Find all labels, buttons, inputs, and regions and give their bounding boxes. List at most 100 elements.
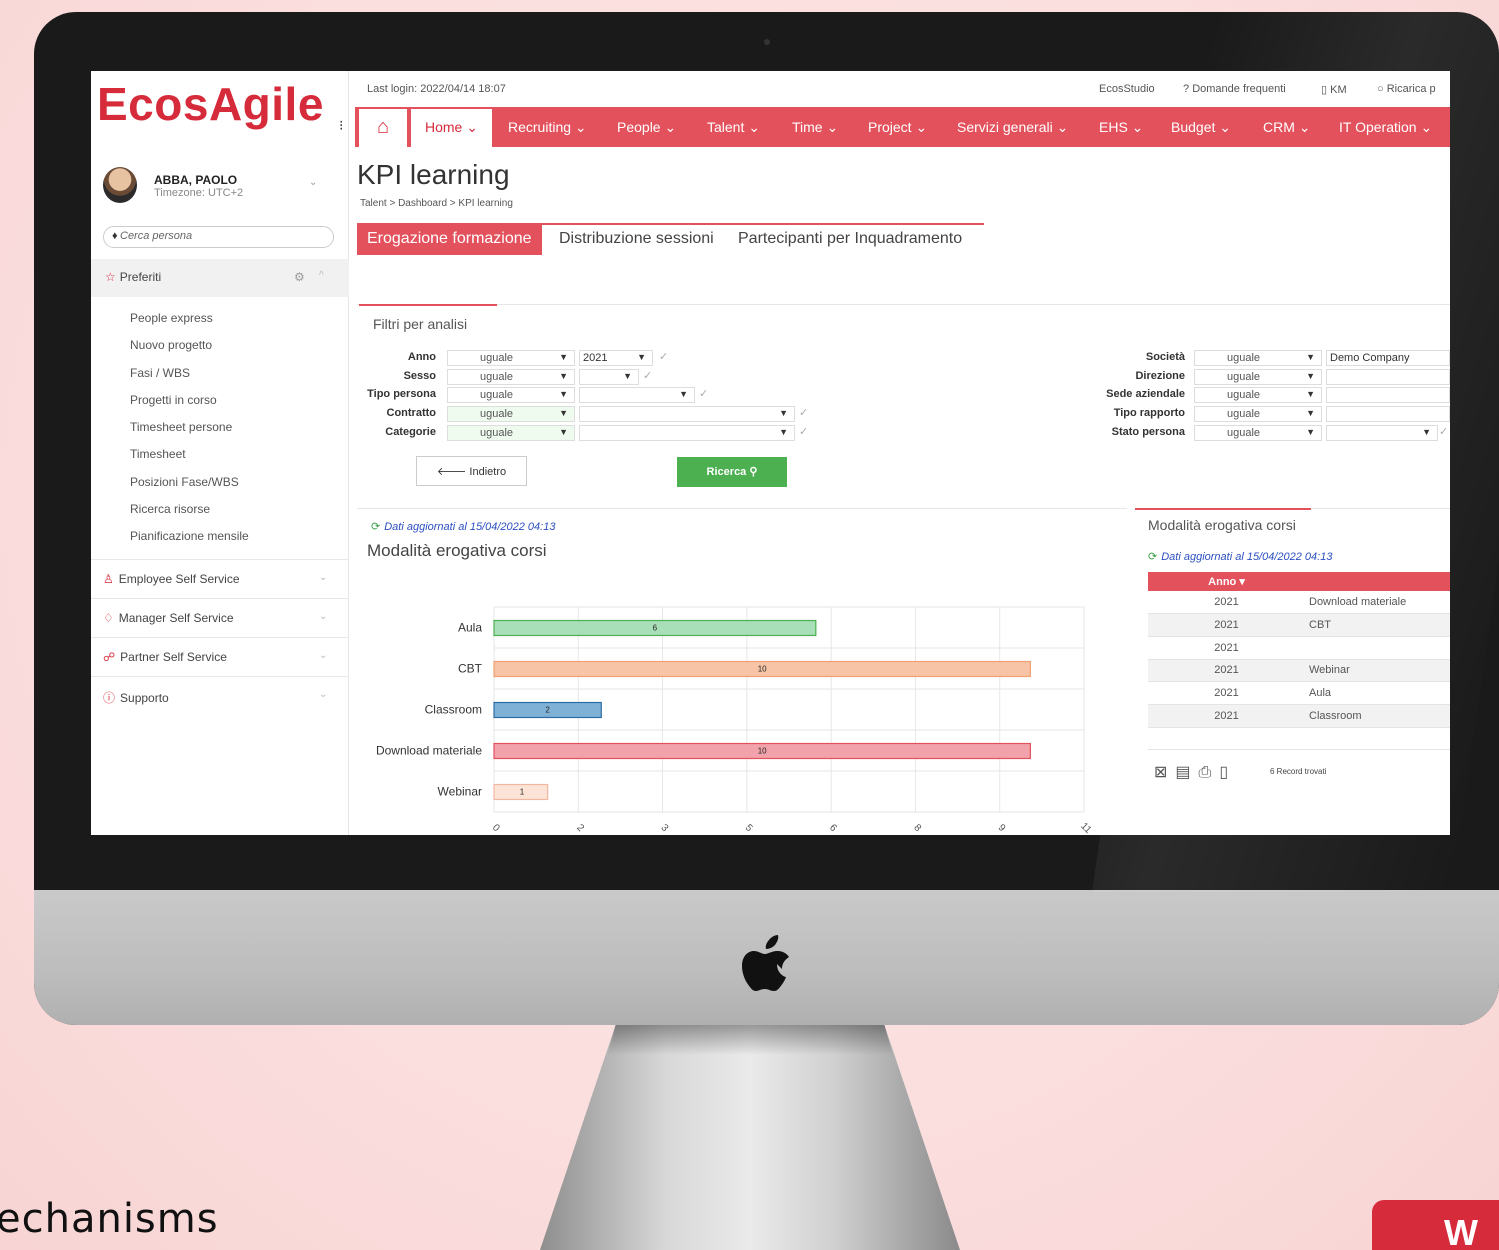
data-updated-note: ⟳ Dati aggiornati al 15/04/2022 04:13 — [1148, 550, 1332, 563]
print-icon[interactable]: ⎙ — [1199, 764, 1220, 781]
favorite-item[interactable]: Fasi / WBS — [130, 366, 249, 393]
question-icon: ? — [1183, 83, 1193, 95]
filter-operator-select[interactable]: uguale ▼ — [447, 369, 575, 385]
table-row[interactable]: 2021 — [1148, 636, 1450, 660]
filter-value-select[interactable]: ▼ — [1326, 425, 1438, 441]
tab-erogazione-formazione[interactable]: Erogazione formazione — [357, 225, 542, 255]
filter-value-select[interactable]: 2021 ▼ — [579, 350, 653, 366]
sidebar-section-partner[interactable]: ☍ Partner Self Service ⌄ — [91, 637, 349, 676]
gear-icon[interactable]: ⚙ — [294, 270, 305, 284]
pdf-export-icon[interactable]: ▯ — [1219, 764, 1236, 781]
filter-operator-select[interactable]: uguale ▼ — [447, 406, 575, 422]
sidebar-section-employee[interactable]: ♙ Employee Self Service ⌄ — [91, 559, 349, 598]
nav-servizi-generali[interactable]: Servizi generali ⌄ — [957, 119, 1068, 136]
km-link[interactable]: ▯ KM — [1321, 83, 1347, 96]
filter-label: Sesso — [403, 370, 436, 382]
filter-operator-select[interactable]: uguale ▼ — [1194, 425, 1322, 441]
operator-value: uguale — [480, 408, 514, 420]
filter-operator-select[interactable]: uguale ▼ — [1194, 350, 1322, 366]
nav-it-operation[interactable]: IT Operation ⌄ — [1339, 119, 1432, 136]
back-button[interactable]: 🡐 Indietro — [416, 456, 527, 486]
chevron-up-icon[interactable]: ^ — [319, 270, 324, 281]
favorite-item[interactable]: Timesheet persone — [130, 420, 249, 447]
filter-operator-select[interactable]: uguale ▼ — [447, 425, 575, 441]
caret-down-icon: ▼ — [559, 352, 568, 362]
link-ecosstudio[interactable]: EcosStudio — [1099, 83, 1155, 95]
reload-link[interactable]: ○ Ricarica p — [1377, 83, 1436, 95]
nav-time[interactable]: Time ⌄ — [792, 119, 838, 136]
filter-label: Società — [1145, 351, 1185, 363]
table-row[interactable]: 2021 CBT — [1148, 613, 1450, 637]
filter-value-select[interactable]: Demo Company — [1326, 350, 1450, 366]
nav-home[interactable]: Home ⌄ — [411, 109, 492, 147]
filter-value-select[interactable] — [1326, 387, 1450, 403]
corner-badge: W — [1372, 1200, 1499, 1250]
check-icon[interactable]: ✓ — [1439, 425, 1448, 438]
favorites-header[interactable]: ☆ Preferiti ⚙ ^ — [91, 259, 349, 297]
check-icon[interactable]: ✓ — [799, 425, 808, 438]
filter-value-select[interactable] — [1326, 369, 1450, 385]
filter-operator-select[interactable]: uguale ▼ — [1194, 406, 1322, 422]
filter-value-select[interactable]: ▼ — [579, 387, 695, 403]
favorite-item[interactable]: People express — [130, 311, 249, 338]
operator-value: uguale — [480, 427, 514, 439]
table-panel-title: Modalità erogativa corsi — [1148, 517, 1296, 533]
check-icon[interactable]: ✓ — [699, 387, 708, 400]
faq-link[interactable]: ? Domande frequenti — [1183, 83, 1286, 95]
tab-distribuzione-sessioni[interactable]: Distribuzione sessioni — [559, 230, 714, 248]
check-icon[interactable]: ✓ — [799, 406, 808, 419]
operator-value: uguale — [1227, 352, 1261, 364]
nav-recruiting[interactable]: Recruiting ⌄ — [508, 119, 587, 136]
filter-value-select[interactable]: ▼ — [579, 425, 795, 441]
nav-budget[interactable]: Budget ⌄ — [1171, 119, 1231, 136]
filter-operator-select[interactable]: uguale ▼ — [1194, 369, 1322, 385]
filter-operator-select[interactable]: uguale ▼ — [447, 387, 575, 403]
favorite-item[interactable]: Progetti in corso — [130, 393, 249, 420]
favorite-item[interactable]: Pianificazione mensile — [130, 529, 249, 556]
nav-project[interactable]: Project ⌄ — [868, 119, 927, 136]
filter-operator-select[interactable]: uguale ▼ — [1194, 387, 1322, 403]
csv-export-icon[interactable]: ▤ — [1175, 764, 1198, 781]
search-button[interactable]: Ricerca ⚲ — [677, 457, 787, 487]
check-icon[interactable]: ✓ — [643, 369, 652, 382]
nav-talent[interactable]: Talent ⌄ — [707, 119, 760, 136]
search-label: Ricerca — [706, 466, 747, 478]
category-label: Classroom — [425, 703, 482, 717]
table-row[interactable]: 2021 Download materiale — [1148, 591, 1450, 615]
favorite-item[interactable]: Timesheet — [130, 447, 249, 474]
refresh-icon[interactable]: ⟳ — [1148, 551, 1157, 563]
breadcrumb[interactable]: Talent > Dashboard > KPI learning — [360, 198, 513, 209]
category-label: Webinar — [438, 785, 482, 799]
nav-people[interactable]: People ⌄ — [617, 119, 676, 136]
table-row[interactable]: 2021 Classroom — [1148, 704, 1450, 728]
nav-crm[interactable]: CRM ⌄ — [1263, 119, 1311, 136]
column-header-anno[interactable]: Anno ▾ — [1148, 572, 1305, 591]
check-icon[interactable]: ✓ — [659, 350, 668, 363]
sidebar-section-support[interactable]: ⓘ Supporto ⌄ — [91, 676, 349, 715]
star-icon: ☆ — [105, 270, 116, 284]
table-row[interactable]: 2021 Webinar — [1148, 659, 1450, 683]
app-logo[interactable]: EcosAgile — [97, 77, 324, 131]
caret-down-icon: ▼ — [559, 408, 568, 418]
user-profile[interactable]: ABBA, PAOLO Timezone: UTC+2 ⌄ — [103, 167, 341, 211]
sidebar-toggle-icon[interactable]: ⁝ — [339, 117, 343, 134]
filter-operator-select[interactable]: uguale ▼ — [447, 350, 575, 366]
home-icon[interactable]: ⌂ — [359, 109, 407, 147]
column-header-mode — [1305, 572, 1450, 591]
person-search-input[interactable]: ♦ Cerca persona — [103, 226, 334, 248]
filter-value-select[interactable]: ▼ — [579, 406, 795, 422]
x-tick-label: 11 — [1078, 821, 1093, 835]
excel-export-icon[interactable]: ⊠ — [1154, 764, 1175, 781]
filter-value-select[interactable]: ▼ — [579, 369, 639, 385]
nav-ehs[interactable]: EHS ⌄ — [1099, 119, 1143, 136]
favorite-item[interactable]: Ricerca risorse — [130, 502, 249, 529]
favorite-item[interactable]: Nuovo progetto — [130, 338, 249, 365]
tab-partecipanti[interactable]: Partecipanti per Inquadramento — [738, 230, 962, 248]
filter-label: Categorie — [385, 426, 436, 438]
table-row[interactable]: 2021 Aula — [1148, 681, 1450, 705]
sidebar-section-manager[interactable]: ♢ Manager Self Service ⌄ — [91, 598, 349, 637]
favorite-item[interactable]: Posizioni Fase/WBS — [130, 475, 249, 502]
filter-value-select[interactable] — [1326, 406, 1450, 422]
chevron-down-icon[interactable]: ⌄ — [309, 177, 317, 188]
table-row[interactable] — [1148, 727, 1450, 751]
